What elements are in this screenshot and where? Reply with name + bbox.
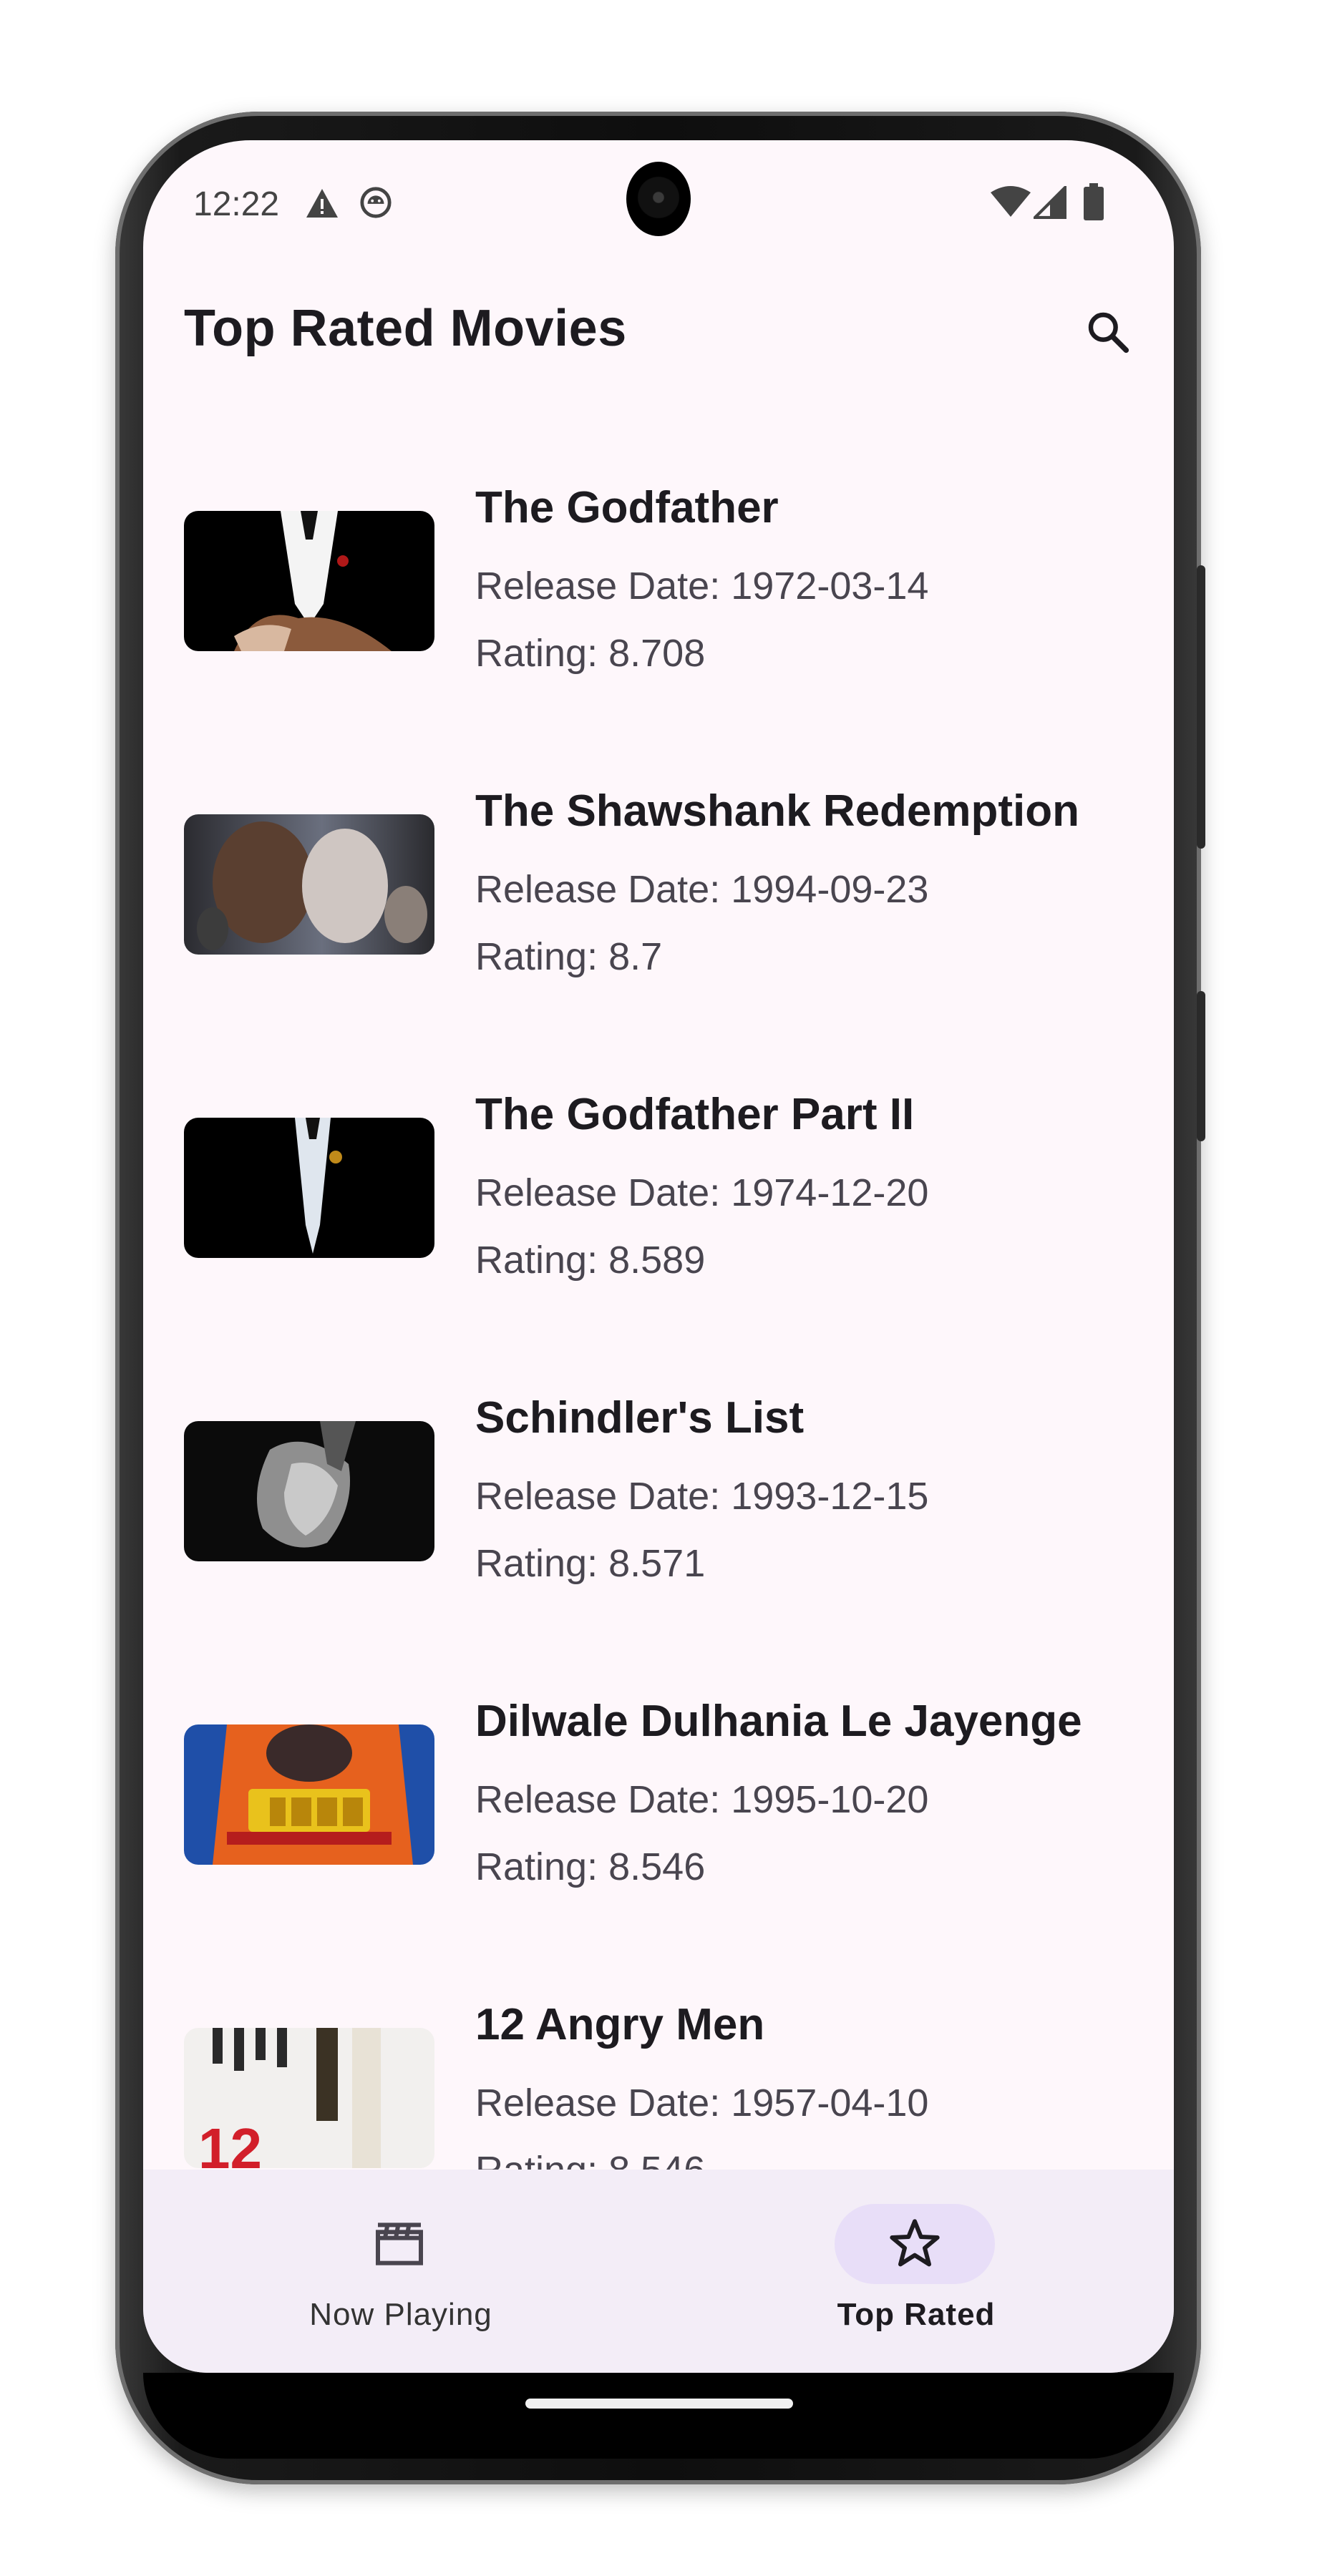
movie-release-date: Release Date: 1995-10-20 — [475, 1778, 929, 1821]
bottom-navigation: Now Playing Top Rated — [143, 2170, 1174, 2373]
movie-rating: Rating: 8.708 — [475, 632, 706, 675]
battery-icon — [1084, 183, 1104, 220]
screen: 12:22 Top Rated Movies The Godfather Rel… — [143, 140, 1174, 2373]
movie-poster — [184, 511, 434, 651]
movie-release-date: Release Date: 1974-12-20 — [475, 1171, 929, 1214]
wifi-icon — [991, 186, 1031, 217]
front-camera — [626, 162, 691, 236]
warning-icon — [306, 189, 338, 218]
list-item[interactable]: Schindler's List Release Date: 1993-12-1… — [143, 1351, 1174, 1654]
star-icon — [890, 2219, 940, 2267]
movie-poster — [184, 1421, 434, 1561]
list-item[interactable]: The Shawshank Redemption Release Date: 1… — [143, 744, 1174, 1048]
movie-title: The Godfather Part II — [475, 1090, 915, 1139]
movie-release-date: Release Date: 1972-03-14 — [475, 565, 929, 608]
power-button — [1197, 991, 1205, 1141]
nav-top-rated[interactable]: Top Rated — [658, 2170, 1174, 2373]
movie-list[interactable]: The Godfather Release Date: 1972-03-14 R… — [143, 441, 1174, 2313]
movie-poster — [184, 1724, 434, 1865]
nav-label: Top Rated — [837, 2297, 996, 2332]
home-indicator[interactable] — [525, 2399, 793, 2409]
list-item[interactable]: The Godfather Release Date: 1972-03-14 R… — [143, 441, 1174, 744]
movie-rating: Rating: 8.571 — [475, 1542, 706, 1585]
svg-text:12: 12 — [198, 2117, 262, 2168]
status-time: 12:22 — [193, 185, 280, 223]
list-item[interactable]: The Godfather Part II Release Date: 1974… — [143, 1048, 1174, 1351]
volume-button — [1197, 565, 1205, 849]
nav-label: Now Playing — [309, 2297, 492, 2332]
movie-poster: 12 — [184, 2028, 434, 2168]
movie-release-date: Release Date: 1994-09-23 — [475, 868, 929, 911]
movie-title: Schindler's List — [475, 1393, 805, 1443]
movie-release-date: Release Date: 1993-12-15 — [475, 1475, 929, 1518]
movie-title: The Godfather — [475, 483, 779, 532]
signal-icon — [1034, 186, 1066, 219]
list-item[interactable]: Dilwale Dulhania Le Jayenge Release Date… — [143, 1654, 1174, 1958]
search-icon[interactable] — [1085, 309, 1131, 355]
movie-title: 12 Angry Men — [475, 2000, 765, 2049]
movie-title: The Shawshank Redemption — [475, 786, 1080, 836]
page-title: Top Rated Movies — [184, 300, 627, 357]
movie-rating: Rating: 8.546 — [475, 1845, 706, 1888]
gesture-area — [143, 2373, 1174, 2459]
movie-rating: Rating: 8.589 — [475, 1239, 706, 1282]
nav-now-playing[interactable]: Now Playing — [143, 2170, 658, 2373]
clapperboard-icon — [376, 2223, 423, 2265]
android-debug-icon — [360, 187, 392, 218]
movie-poster — [184, 1118, 434, 1258]
status-bar: 12:22 — [143, 140, 1174, 262]
movie-title: Dilwale Dulhania Le Jayenge — [475, 1697, 1082, 1746]
movie-rating: Rating: 8.7 — [475, 935, 663, 978]
movie-poster — [184, 814, 434, 955]
movie-release-date: Release Date: 1957-04-10 — [475, 2082, 929, 2124]
